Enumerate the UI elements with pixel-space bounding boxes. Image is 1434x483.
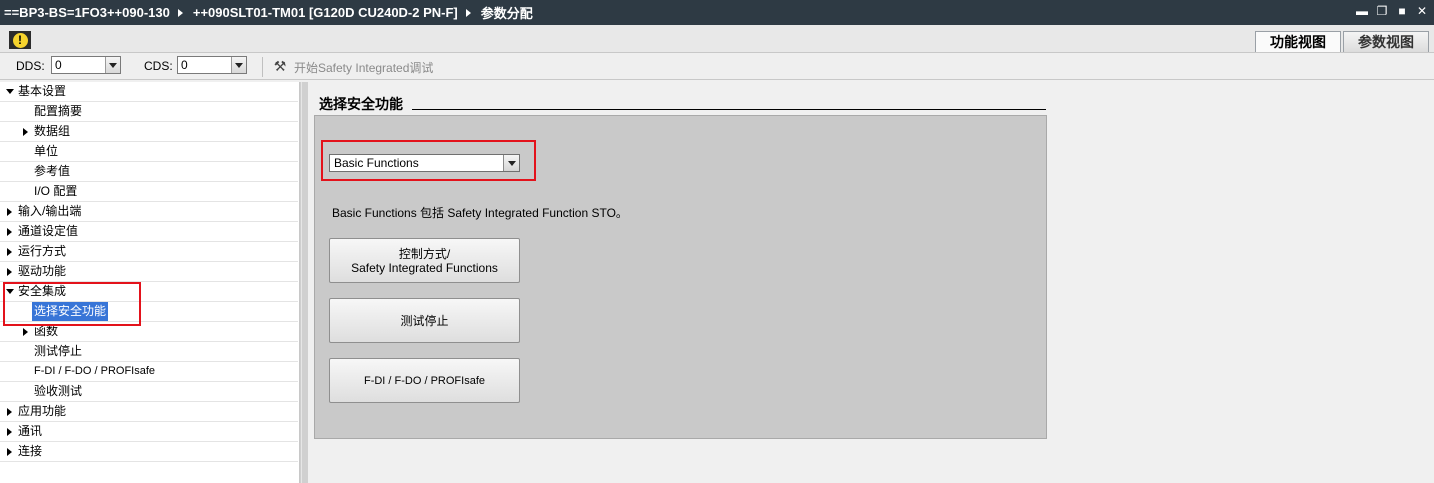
tree-item-basic-settings[interactable]: 基本设置 bbox=[0, 82, 298, 102]
tree-item-label: 配置摘要 bbox=[34, 104, 83, 118]
tree-item-inputs-outputs[interactable]: 输入/输出端 bbox=[0, 202, 298, 222]
tree-item-acceptance-test[interactable]: 验收测试 bbox=[0, 382, 298, 402]
collapse-icon[interactable] bbox=[7, 228, 12, 236]
cds-select[interactable]: 0 bbox=[177, 56, 247, 74]
tree-item-label: 验收测试 bbox=[34, 384, 83, 398]
tree-item-label: 通道设定值 bbox=[18, 224, 79, 238]
tree-scrollbar[interactable] bbox=[300, 82, 308, 483]
expand-icon[interactable] bbox=[6, 89, 14, 94]
test-stop-button[interactable]: 测试停止 bbox=[329, 298, 520, 343]
tab-parameter-view[interactable]: 参数视图 bbox=[1343, 31, 1429, 53]
tree-item-label: 连接 bbox=[18, 444, 43, 458]
tree-item-io-config[interactable]: I/O 配置 bbox=[0, 182, 298, 202]
tree-item-connections[interactable]: 连接 bbox=[0, 442, 298, 462]
control-mode-button[interactable]: 控制方式/ Safety Integrated Functions bbox=[329, 238, 520, 283]
dds-select[interactable]: 0 bbox=[51, 56, 121, 74]
scrollbar-thumb[interactable] bbox=[302, 82, 308, 483]
tree-item-channel-setpoint[interactable]: 通道设定值 bbox=[0, 222, 298, 242]
tree-item-fdi-fdo-profisafe[interactable]: F-DI / F-DO / PROFIsafe bbox=[0, 362, 298, 382]
function-description: Basic Functions 包括 Safety Integrated Fun… bbox=[332, 206, 628, 220]
tree-item-communication[interactable]: 通讯 bbox=[0, 422, 298, 442]
tree-item-label: 运行方式 bbox=[18, 244, 67, 258]
dds-label: DDS: bbox=[16, 59, 45, 73]
tree-item-label: I/O 配置 bbox=[34, 184, 78, 198]
tree-item-label: 参考值 bbox=[34, 164, 71, 178]
tree-item-label: 驱动功能 bbox=[18, 264, 67, 278]
fdi-label: F-DI / F-DO / PROFIsafe bbox=[363, 374, 485, 387]
chevron-down-icon[interactable] bbox=[231, 57, 246, 73]
section-title-underline bbox=[412, 109, 1046, 110]
tree-item-label: 应用功能 bbox=[18, 404, 67, 418]
tree-item-label: F-DI / F-DO / PROFIsafe bbox=[34, 365, 156, 377]
close-icon[interactable]: ✕ bbox=[1416, 5, 1428, 17]
tools-icon: ⚒ bbox=[273, 58, 287, 74]
collapse-icon[interactable] bbox=[23, 328, 28, 336]
tree-item-reference-values[interactable]: 参考值 bbox=[0, 162, 298, 182]
tree-item-label: 基本设置 bbox=[18, 84, 67, 98]
fdi-fdo-profisafe-button[interactable]: F-DI / F-DO / PROFIsafe bbox=[329, 358, 520, 403]
toolbar-divider bbox=[262, 57, 263, 77]
breadcrumb-drive[interactable]: ++090SLT01-TM01 [G120D CU240D-2 PN-F] bbox=[193, 5, 458, 20]
breadcrumb-separator-icon bbox=[465, 8, 471, 17]
tree-item-operating-mode[interactable]: 运行方式 bbox=[0, 242, 298, 262]
chevron-down-icon[interactable] bbox=[105, 57, 120, 73]
collapse-icon[interactable] bbox=[7, 448, 12, 456]
tree-item-label: 数据组 bbox=[34, 124, 71, 138]
start-safety-commissioning-button[interactable]: 开始Safety Integrated调试 bbox=[294, 59, 433, 76]
tree-item-label: 单位 bbox=[34, 144, 59, 158]
warning-icon[interactable]: ! bbox=[9, 31, 31, 49]
tree-item-application-functions[interactable]: 应用功能 bbox=[0, 402, 298, 422]
restore-icon[interactable]: ❐ bbox=[1376, 5, 1388, 17]
collapse-icon[interactable] bbox=[7, 248, 12, 256]
tree-item-label: 测试停止 bbox=[34, 344, 83, 358]
section-title: 选择安全功能 bbox=[319, 96, 403, 112]
tree-item-config-summary[interactable]: 配置摘要 bbox=[0, 102, 298, 122]
collapse-icon[interactable] bbox=[7, 408, 12, 416]
collapse-icon[interactable] bbox=[7, 268, 12, 276]
tree-item-data-sets[interactable]: 数据组 bbox=[0, 122, 298, 142]
tree-item-units[interactable]: 单位 bbox=[0, 142, 298, 162]
tab-function-view[interactable]: 功能视图 bbox=[1255, 31, 1341, 53]
title-bar: ==BP3-BS=1FO3++090-130 ++090SLT01-TM01 [… bbox=[0, 0, 1434, 25]
minimize-icon[interactable]: ▬ bbox=[1356, 5, 1368, 17]
cds-label: CDS: bbox=[144, 59, 173, 73]
control-mode-label: 控制方式/ bbox=[398, 246, 451, 261]
test-stop-label: 测试停止 bbox=[400, 313, 449, 328]
collapse-icon[interactable] bbox=[23, 128, 28, 136]
tree-item-test-stop[interactable]: 测试停止 bbox=[0, 342, 298, 362]
collapse-icon[interactable] bbox=[7, 208, 12, 216]
tree-item-drive-functions[interactable]: 驱动功能 bbox=[0, 262, 298, 282]
cds-value: 0 bbox=[181, 58, 188, 72]
dds-value: 0 bbox=[55, 58, 62, 72]
highlight-box-select bbox=[321, 140, 536, 181]
breadcrumb-separator-icon bbox=[177, 8, 183, 17]
view-bar: ! 功能视图 参数视图 bbox=[0, 25, 1434, 53]
breadcrumb-page: 参数分配 bbox=[480, 6, 533, 21]
control-mode-sublabel: Safety Integrated Functions bbox=[351, 260, 498, 275]
breadcrumb-device[interactable]: ==BP3-BS=1FO3++090-130 bbox=[4, 5, 170, 20]
toolbar: DDS: 0 CDS: 0 ⚒ 开始Safety Integrated调试 bbox=[0, 52, 1434, 80]
highlight-box-tree bbox=[3, 282, 141, 326]
tree-item-label: 通讯 bbox=[18, 424, 43, 438]
tree-item-label: 输入/输出端 bbox=[18, 204, 82, 218]
maximize-icon[interactable]: ■ bbox=[1396, 5, 1408, 17]
collapse-icon[interactable] bbox=[7, 428, 12, 436]
